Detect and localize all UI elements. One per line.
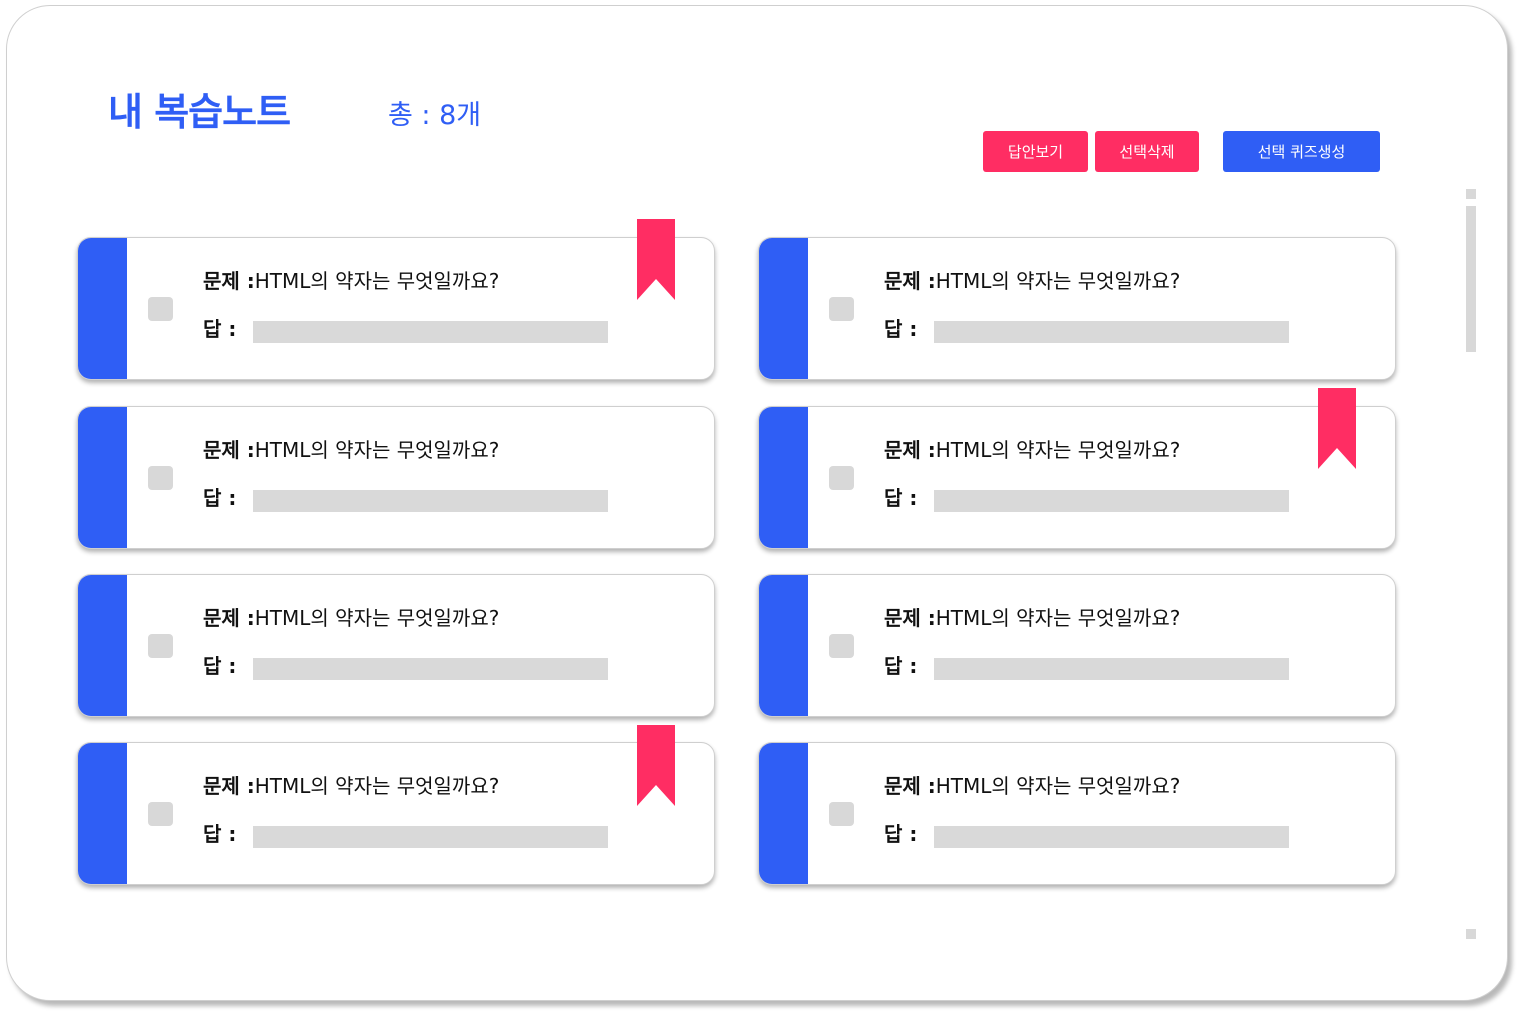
scrollbar-down-arrow[interactable]	[1466, 929, 1476, 939]
card-question: 문제 :HTML의 약자는 무엇일까요?	[884, 265, 1180, 294]
card-accent-stripe	[759, 407, 808, 548]
total-count: 총 : 8개	[388, 100, 482, 131]
answer-prefix: 답 :	[884, 317, 918, 341]
question-prefix: 문제 :	[884, 269, 936, 293]
question-text: HTML의 약자는 무엇일까요?	[254, 606, 500, 630]
card-question: 문제 :HTML의 약자는 무엇일까요?	[203, 602, 499, 631]
card-accent-stripe	[78, 575, 127, 716]
answer-hidden-box[interactable]	[253, 490, 608, 512]
card-select-checkbox[interactable]	[148, 466, 173, 490]
question-prefix: 문제 :	[884, 774, 936, 798]
card-select-checkbox[interactable]	[148, 297, 173, 321]
question-text: HTML의 약자는 무엇일까요?	[935, 606, 1181, 630]
review-card: 문제 :HTML의 약자는 무엇일까요? 답 :	[758, 574, 1396, 717]
review-card: 문제 :HTML의 약자는 무엇일까요? 답 :	[77, 237, 715, 380]
answer-hidden-box[interactable]	[934, 321, 1289, 343]
card-select-checkbox[interactable]	[829, 802, 854, 826]
scrollbar-thumb[interactable]	[1466, 206, 1476, 352]
answer-hidden-box[interactable]	[934, 658, 1289, 680]
question-text: HTML의 약자는 무엇일까요?	[254, 269, 500, 293]
card-question: 문제 :HTML의 약자는 무엇일까요?	[884, 434, 1180, 463]
card-select-checkbox[interactable]	[829, 297, 854, 321]
review-card: 문제 :HTML의 약자는 무엇일까요? 답 :	[77, 742, 715, 885]
bookmark-icon[interactable]	[637, 219, 675, 300]
bookmark-icon[interactable]	[1318, 388, 1356, 469]
question-text: HTML의 약자는 무엇일까요?	[254, 774, 500, 798]
card-accent-stripe	[78, 407, 127, 548]
answer-hidden-box[interactable]	[253, 321, 608, 343]
review-card: 문제 :HTML의 약자는 무엇일까요? 답 :	[758, 406, 1396, 549]
question-text: HTML의 약자는 무엇일까요?	[254, 438, 500, 462]
card-select-checkbox[interactable]	[148, 634, 173, 658]
card-accent-stripe	[78, 238, 127, 379]
answer-hidden-box[interactable]	[934, 490, 1289, 512]
card-accent-stripe	[759, 575, 808, 716]
card-accent-stripe	[759, 238, 808, 379]
question-prefix: 문제 :	[203, 606, 255, 630]
card-question: 문제 :HTML의 약자는 무엇일까요?	[203, 265, 499, 294]
question-text: HTML의 약자는 무엇일까요?	[935, 774, 1181, 798]
card-question: 문제 :HTML의 약자는 무엇일까요?	[884, 770, 1180, 799]
question-prefix: 문제 :	[203, 438, 255, 462]
question-prefix: 문제 :	[884, 438, 936, 462]
answer-prefix: 답 :	[884, 822, 918, 846]
delete-selected-button[interactable]: 선택삭제	[1095, 131, 1199, 172]
answer-prefix: 답 :	[203, 654, 237, 678]
question-text: HTML의 약자는 무엇일까요?	[935, 269, 1181, 293]
question-prefix: 문제 :	[884, 606, 936, 630]
bookmark-icon[interactable]	[637, 725, 675, 806]
show-answers-button[interactable]: 답안보기	[983, 131, 1088, 172]
answer-prefix: 답 :	[884, 654, 918, 678]
review-card: 문제 :HTML의 약자는 무엇일까요? 답 :	[758, 742, 1396, 885]
page-title: 내 복습노트	[108, 90, 291, 134]
card-select-checkbox[interactable]	[829, 466, 854, 490]
create-quiz-button[interactable]: 선택 퀴즈생성	[1223, 131, 1380, 172]
answer-prefix: 답 :	[203, 317, 237, 341]
card-select-checkbox[interactable]	[148, 802, 173, 826]
card-question: 문제 :HTML의 약자는 무엇일까요?	[203, 434, 499, 463]
card-question: 문제 :HTML의 약자는 무엇일까요?	[203, 770, 499, 799]
question-prefix: 문제 :	[203, 269, 255, 293]
card-select-checkbox[interactable]	[829, 634, 854, 658]
review-card: 문제 :HTML의 약자는 무엇일까요? 답 :	[758, 237, 1396, 380]
review-card: 문제 :HTML의 약자는 무엇일까요? 답 :	[77, 406, 715, 549]
card-question: 문제 :HTML의 약자는 무엇일까요?	[884, 602, 1180, 631]
question-prefix: 문제 :	[203, 774, 255, 798]
answer-hidden-box[interactable]	[253, 826, 608, 848]
answer-prefix: 답 :	[203, 486, 237, 510]
answer-prefix: 답 :	[884, 486, 918, 510]
question-text: HTML의 약자는 무엇일까요?	[935, 438, 1181, 462]
card-accent-stripe	[78, 743, 127, 884]
answer-hidden-box[interactable]	[253, 658, 608, 680]
scrollbar-up-arrow[interactable]	[1466, 189, 1476, 199]
review-card: 문제 :HTML의 약자는 무엇일까요? 답 :	[77, 574, 715, 717]
answer-prefix: 답 :	[203, 822, 237, 846]
card-accent-stripe	[759, 743, 808, 884]
answer-hidden-box[interactable]	[934, 826, 1289, 848]
